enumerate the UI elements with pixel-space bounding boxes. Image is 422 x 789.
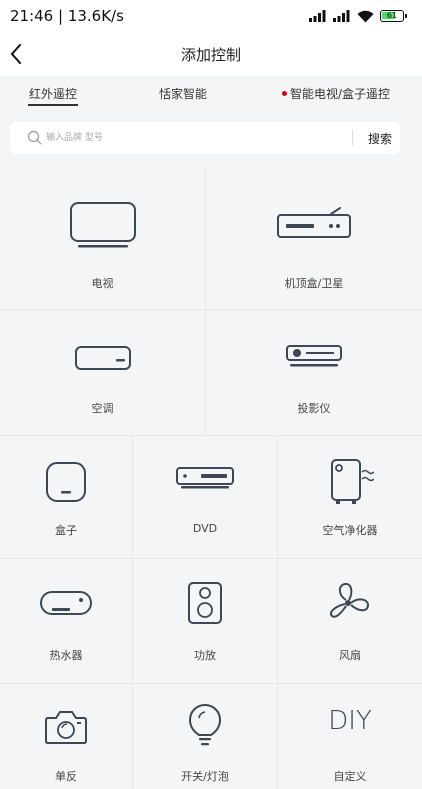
fan-icon bbox=[330, 582, 370, 618]
device-label: 功放 bbox=[194, 649, 216, 662]
search-bar: 搜索 bbox=[10, 122, 400, 154]
tab-smart-tv-box-remote[interactable]: 智能电视/盒子遥控 bbox=[266, 76, 406, 110]
dvd-icon bbox=[176, 467, 234, 489]
wifi-icon bbox=[357, 10, 374, 22]
set-top-box-icon bbox=[277, 207, 351, 238]
device-label: 自定义 bbox=[333, 770, 367, 783]
signal-icon bbox=[309, 10, 326, 22]
battery-level: 61 bbox=[386, 11, 398, 20]
device-box[interactable]: 盒子 bbox=[0, 436, 133, 559]
device-amplifier[interactable]: 功放 bbox=[133, 559, 278, 684]
device-label: 开关/灯泡 bbox=[181, 770, 229, 783]
air-purifier-icon bbox=[331, 459, 374, 504]
air-conditioner-icon bbox=[74, 346, 131, 370]
device-set-top-box[interactable]: 机顶盒/卫星 bbox=[206, 168, 422, 310]
device-label: 机顶盒/卫星 bbox=[284, 277, 344, 290]
tab-tianjia-smart[interactable]: 恬家智能 bbox=[148, 76, 218, 110]
device-diy[interactable]: DIY 自定义 bbox=[278, 684, 422, 789]
tab-label: 红外遥控 bbox=[28, 86, 77, 101]
device-fan[interactable]: 风扇 bbox=[278, 559, 422, 684]
active-tab-indicator bbox=[28, 104, 78, 106]
device-label: 盒子 bbox=[55, 524, 77, 537]
box-icon bbox=[46, 462, 86, 502]
camera-icon bbox=[45, 711, 87, 744]
tab-infrared-remote[interactable]: 红外遥控 bbox=[18, 76, 88, 110]
device-label: 风扇 bbox=[339, 649, 361, 662]
device-label: 投影仪 bbox=[297, 402, 331, 415]
search-icon bbox=[27, 130, 42, 145]
battery-icon: 61 bbox=[380, 10, 407, 22]
tab-bar: 红外遥控 恬家智能 智能电视/盒子遥控 bbox=[0, 76, 422, 110]
device-label: DVD bbox=[192, 522, 218, 535]
projector-icon bbox=[286, 345, 342, 367]
device-label: 空气净化器 bbox=[322, 524, 378, 537]
device-label: 电视 bbox=[91, 277, 114, 290]
device-label: 热水器 bbox=[49, 649, 83, 662]
page-title: 添加控制 bbox=[180, 46, 241, 64]
device-water-heater[interactable]: 热水器 bbox=[0, 559, 133, 684]
search-button[interactable]: 搜索 bbox=[362, 122, 398, 154]
device-dvd[interactable]: DVD bbox=[133, 436, 278, 559]
tab-label: 恬家智能 bbox=[158, 86, 207, 101]
device-projector[interactable]: 投影仪 bbox=[206, 310, 422, 436]
water-heater-icon bbox=[40, 591, 92, 615]
search-input[interactable] bbox=[46, 122, 346, 154]
red-dot-badge bbox=[281, 90, 287, 96]
tv-icon bbox=[69, 202, 136, 248]
device-grid: 电视 机顶盒/卫星 空调 投影仪 盒子 DVD 空气净化器 热水器 功放 风扇 … bbox=[0, 168, 422, 789]
device-air-purifier[interactable]: 空气净化器 bbox=[278, 436, 422, 559]
bulb-icon bbox=[188, 703, 222, 746]
device-switch-bulb[interactable]: 开关/灯泡 bbox=[133, 684, 278, 789]
device-camera[interactable]: 单反 bbox=[0, 684, 133, 789]
nav-bar: 添加控制 bbox=[0, 34, 422, 76]
device-tv[interactable]: 电视 bbox=[0, 168, 206, 310]
device-label: 单反 bbox=[55, 770, 77, 783]
status-icons: 61 bbox=[309, 8, 407, 24]
diy-icon: DIY bbox=[328, 706, 372, 736]
status-time-speed: 21:46 | 13.6K/s bbox=[10, 7, 124, 25]
device-label: 空调 bbox=[91, 402, 114, 415]
tab-label: 智能电视/盒子遥控 bbox=[289, 86, 391, 101]
search-area: 搜索 bbox=[0, 110, 422, 168]
search-divider bbox=[352, 130, 353, 146]
amplifier-icon bbox=[188, 582, 222, 624]
device-air-conditioner[interactable]: 空调 bbox=[0, 310, 206, 436]
status-bar: 21:46 | 13.6K/s 61 bbox=[0, 0, 422, 34]
signal-icon bbox=[333, 10, 350, 22]
